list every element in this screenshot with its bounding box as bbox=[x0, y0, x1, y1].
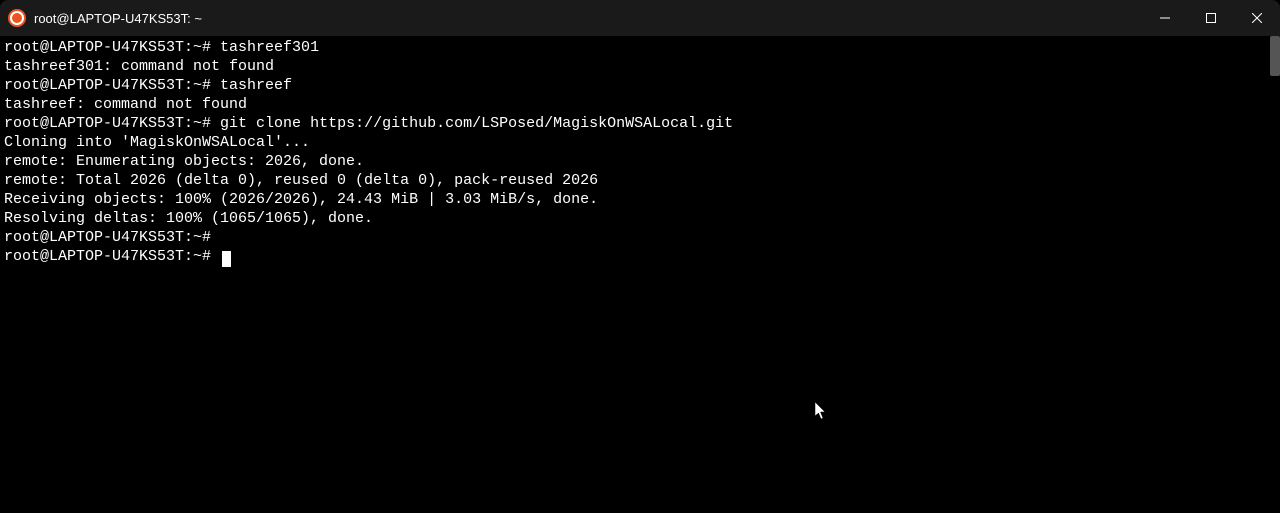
prompt-text: root@LAPTOP-U47KS53T:~# bbox=[4, 115, 211, 132]
command-text: git clone https://github.com/LSPosed/Mag… bbox=[211, 115, 733, 132]
maximize-button[interactable] bbox=[1188, 0, 1234, 36]
ubuntu-icon bbox=[8, 9, 26, 27]
window-title: root@LAPTOP-U47KS53T: ~ bbox=[34, 11, 202, 26]
prompt-line: root@LAPTOP-U47KS53T:~# git clone https:… bbox=[4, 114, 1276, 133]
output-line: remote: Enumerating objects: 2026, done. bbox=[4, 152, 1276, 171]
output-line: tashreef301: command not found bbox=[4, 57, 1276, 76]
output-line: Cloning into 'MagiskOnWSALocal'... bbox=[4, 133, 1276, 152]
output-line: tashreef: command not found bbox=[4, 95, 1276, 114]
prompt-text: root@LAPTOP-U47KS53T:~# bbox=[4, 39, 211, 56]
text-cursor bbox=[222, 251, 231, 267]
terminal-body[interactable]: root@LAPTOP-U47KS53T:~# tashreef301tashr… bbox=[0, 36, 1280, 513]
command-text: tashreef bbox=[211, 77, 292, 94]
output-line: Receiving objects: 100% (2026/2026), 24.… bbox=[4, 190, 1276, 209]
prompt-line: root@LAPTOP-U47KS53T:~# bbox=[4, 247, 1276, 266]
minimize-button[interactable] bbox=[1142, 0, 1188, 36]
maximize-icon bbox=[1206, 13, 1216, 23]
command-text bbox=[211, 248, 220, 265]
prompt-line: root@LAPTOP-U47KS53T:~# bbox=[4, 228, 1276, 247]
prompt-text: root@LAPTOP-U47KS53T:~# bbox=[4, 248, 211, 265]
minimize-icon bbox=[1160, 13, 1170, 23]
prompt-text: root@LAPTOP-U47KS53T:~# bbox=[4, 229, 211, 246]
output-line: remote: Total 2026 (delta 0), reused 0 (… bbox=[4, 171, 1276, 190]
command-text: tashreef301 bbox=[211, 39, 319, 56]
titlebar-controls bbox=[1142, 0, 1280, 36]
close-button[interactable] bbox=[1234, 0, 1280, 36]
prompt-line: root@LAPTOP-U47KS53T:~# tashreef bbox=[4, 76, 1276, 95]
prompt-line: root@LAPTOP-U47KS53T:~# tashreef301 bbox=[4, 38, 1276, 57]
output-line: Resolving deltas: 100% (1065/1065), done… bbox=[4, 209, 1276, 228]
terminal-window: root@LAPTOP-U47KS53T: ~ root@LAPTOP-U47K… bbox=[0, 0, 1280, 513]
titlebar[interactable]: root@LAPTOP-U47KS53T: ~ bbox=[0, 0, 1280, 36]
scrollbar-thumb[interactable] bbox=[1270, 36, 1280, 76]
close-icon bbox=[1252, 13, 1262, 23]
prompt-text: root@LAPTOP-U47KS53T:~# bbox=[4, 77, 211, 94]
titlebar-left: root@LAPTOP-U47KS53T: ~ bbox=[8, 9, 202, 27]
